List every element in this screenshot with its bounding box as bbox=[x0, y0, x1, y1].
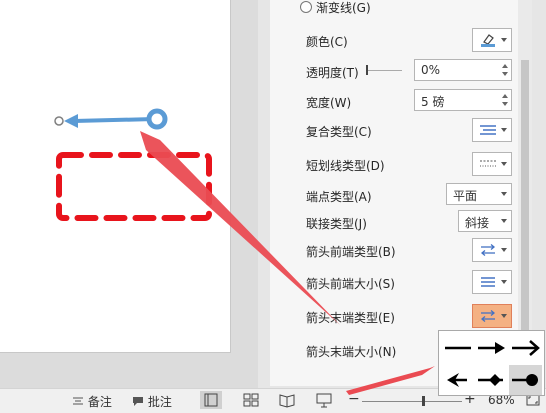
spin-up-icon[interactable] bbox=[502, 64, 508, 68]
end-arrow-style-gallery bbox=[438, 330, 545, 396]
end-arrow-type-dropdown[interactable] bbox=[472, 304, 512, 328]
transparency-slider[interactable] bbox=[366, 65, 402, 75]
notes-icon bbox=[73, 397, 83, 405]
slideshow-button[interactable] bbox=[313, 391, 335, 409]
transparency-label: 透明度(T) bbox=[306, 66, 359, 80]
width-value: 5 磅 bbox=[421, 95, 445, 109]
end-arrow-size-label: 箭头末端大小(N) bbox=[306, 345, 397, 359]
slide-sorter-icon bbox=[243, 393, 259, 407]
arrow-style-arrow[interactable] bbox=[475, 333, 508, 363]
slide-sorter-button[interactable] bbox=[240, 391, 262, 409]
cap-type-row: 端点类型(A) 平面 bbox=[306, 183, 516, 209]
cap-type-value: 平面 bbox=[453, 189, 478, 203]
cap-type-select[interactable]: 平面 bbox=[446, 183, 512, 205]
zoom-out-button[interactable]: − bbox=[348, 391, 360, 407]
reading-view-icon bbox=[279, 394, 295, 408]
chevron-down-icon bbox=[501, 280, 507, 284]
end-arrow-type-label: 箭头末端类型(E) bbox=[306, 311, 395, 325]
notes-button[interactable]: 备注 bbox=[72, 393, 112, 409]
dash-type-label: 短划线类型(D) bbox=[306, 159, 385, 173]
arrow-style-diamond-arrow[interactable] bbox=[475, 365, 508, 395]
arrow-style-oval-arrow[interactable] bbox=[509, 365, 542, 395]
begin-arrow-type-row: 箭头前端类型(B) bbox=[306, 238, 516, 264]
begin-arrow-size-row: 箭头前端大小(S) bbox=[306, 270, 516, 296]
spin-down-icon[interactable] bbox=[502, 72, 508, 76]
transparency-value: 0% bbox=[421, 63, 441, 77]
slideshow-icon bbox=[316, 393, 332, 408]
arrow-type-icon bbox=[480, 310, 496, 322]
transparency-row: 透明度(T) 0% bbox=[306, 59, 516, 85]
zoom-slider-thumb[interactable] bbox=[422, 396, 425, 406]
arrow-size-icon bbox=[481, 277, 495, 287]
gradient-line-radio[interactable] bbox=[300, 1, 312, 13]
chevron-down-icon bbox=[501, 128, 507, 132]
begin-arrow-size-label: 箭头前端大小(S) bbox=[306, 277, 395, 291]
width-input[interactable]: 5 磅 bbox=[414, 89, 512, 111]
format-shape-pane: 渐变线(G) 颜色(C) 透明度(T) 0% 宽度(W) 5 磅 复合类型(C)… bbox=[270, 0, 520, 386]
chevron-down-icon bbox=[501, 314, 507, 318]
color-label: 颜色(C) bbox=[306, 35, 348, 49]
scrollbar-thumb[interactable] bbox=[521, 60, 529, 360]
chevron-down-icon bbox=[501, 248, 507, 252]
chevron-down-icon bbox=[501, 219, 507, 223]
normal-view-button[interactable] bbox=[200, 391, 222, 409]
chevron-down-icon bbox=[501, 38, 507, 42]
pane-scrollbar[interactable] bbox=[518, 0, 532, 386]
normal-view-icon bbox=[204, 393, 218, 407]
begin-arrow-size-dropdown[interactable] bbox=[472, 270, 512, 294]
begin-arrow-type-dropdown[interactable] bbox=[472, 238, 512, 262]
begin-arrow-type-label: 箭头前端类型(B) bbox=[306, 245, 396, 259]
dash-type-row: 短划线类型(D) bbox=[306, 152, 516, 178]
color-dropdown[interactable] bbox=[472, 28, 512, 52]
transparency-input[interactable]: 0% bbox=[414, 59, 512, 81]
pen-color-icon bbox=[481, 34, 495, 47]
width-label: 宽度(W) bbox=[306, 96, 352, 110]
comments-label: 批注 bbox=[147, 395, 172, 409]
slide[interactable] bbox=[0, 0, 231, 353]
arrow-type-icon bbox=[480, 244, 496, 256]
arrow-style-stealth-arrow[interactable] bbox=[441, 365, 474, 395]
join-type-label: 联接类型(J) bbox=[306, 217, 367, 231]
spin-down-icon[interactable] bbox=[502, 102, 508, 106]
compound-type-label: 复合类型(C) bbox=[306, 125, 372, 139]
compound-lines-icon bbox=[480, 125, 496, 135]
zoom-slider[interactable] bbox=[362, 396, 462, 406]
join-type-select[interactable]: 斜接 bbox=[458, 210, 512, 232]
arrow-style-none[interactable] bbox=[441, 333, 474, 363]
slide-canvas-area[interactable] bbox=[0, 0, 258, 388]
chevron-down-icon bbox=[501, 192, 507, 196]
gradient-line-label: 渐变线(G) bbox=[316, 1, 371, 15]
dash-type-dropdown[interactable] bbox=[472, 152, 512, 176]
color-row: 颜色(C) bbox=[306, 28, 516, 54]
slider-thumb[interactable] bbox=[366, 65, 368, 75]
chevron-down-icon bbox=[501, 162, 507, 166]
cap-type-label: 端点类型(A) bbox=[306, 190, 372, 204]
reading-view-button[interactable] bbox=[276, 391, 298, 409]
comments-button[interactable]: 批注 bbox=[132, 393, 172, 409]
arrow-style-open-arrow[interactable] bbox=[509, 333, 542, 363]
compound-type-dropdown[interactable] bbox=[472, 118, 512, 142]
dash-lines-icon bbox=[480, 160, 496, 167]
end-arrow-type-row: 箭头末端类型(E) bbox=[306, 304, 516, 330]
gradient-line-row[interactable]: 渐变线(G) bbox=[300, 0, 516, 20]
compound-type-row: 复合类型(C) bbox=[306, 118, 516, 144]
width-row: 宽度(W) 5 磅 bbox=[306, 89, 516, 115]
join-type-row: 联接类型(J) 斜接 bbox=[306, 210, 516, 236]
join-type-value: 斜接 bbox=[465, 216, 490, 230]
spin-up-icon[interactable] bbox=[502, 94, 508, 98]
notes-label: 备注 bbox=[87, 395, 112, 409]
comment-icon bbox=[133, 397, 143, 406]
